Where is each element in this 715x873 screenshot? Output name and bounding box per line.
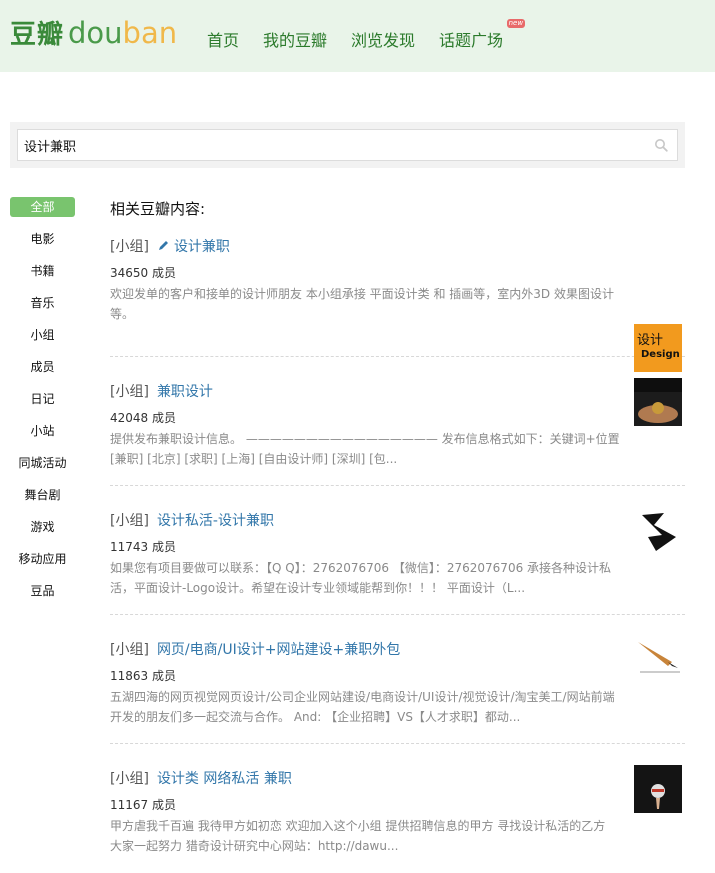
result-type: [小组]	[110, 642, 149, 658]
sidebar-item-diary[interactable]: 日记	[10, 388, 75, 420]
top-navigation-bar: 豆瓣 douban 首页 我的豆瓣 浏览发现 话题广场 new	[0, 0, 715, 72]
result-title-link[interactable]: 设计兼职	[174, 236, 230, 256]
logo-chinese: 豆瓣	[10, 20, 65, 50]
result-members: 34650 成员	[110, 266, 176, 280]
douban-logo[interactable]: 豆瓣 douban	[10, 14, 177, 54]
sidebar-item-members[interactable]: 成员	[10, 356, 75, 388]
new-badge: new	[506, 19, 526, 28]
result-members: 11743 成员	[110, 540, 176, 554]
result-type: [小组]	[110, 513, 149, 529]
result-title-link[interactable]: 网页/电商/UI设计+网站建设+兼职外包	[157, 639, 400, 659]
result-title-link[interactable]: 设计私活-设计兼职	[157, 510, 274, 530]
result-description: 甲方虐我千百遍 我待甲方如初恋 欢迎加入这个小组 提供招聘信息的甲方 寻找设计私…	[110, 819, 606, 853]
result-title-link[interactable]: 设计类 网络私活 兼职	[157, 768, 292, 788]
search-area	[10, 122, 685, 168]
sidebar-item-events[interactable]: 同城活动	[10, 452, 75, 484]
result-description: 欢迎发单的客户和接单的设计师朋友 本小组承接 平面设计类 和 插画等，室内外3D…	[110, 287, 614, 321]
nav-my-douban[interactable]: 我的豆瓣	[263, 27, 327, 51]
result-members: 11167 成员	[110, 798, 176, 812]
result-description: 五湖四海的网页视觉网页设计/公司企业网站建设/电商设计/UI设计/视觉设计/淘宝…	[110, 690, 615, 724]
result-title-link[interactable]: 兼职设计	[157, 381, 213, 401]
result-members: 42048 成员	[110, 411, 176, 425]
result-item: [小组] 设计兼职 34650 成员 欢迎发单的客户和接单的设计师朋友 本小组承…	[110, 228, 685, 372]
result-description: 如果您有项目要做可以联系：【Q Q】：2762076706 【微信】：27620…	[110, 561, 612, 595]
result-item: [小组] 兼职设计 42048 成员 提供发布兼职设计信息。 —————————…	[110, 357, 685, 486]
pencil-icon	[158, 241, 168, 250]
group-thumbnail[interactable]	[634, 636, 682, 684]
main-nav: 首页 我的豆瓣 浏览发现 话题广场 new	[207, 19, 527, 51]
result-type: [小组]	[110, 239, 149, 255]
sidebar-item-groups[interactable]: 小组	[10, 324, 75, 356]
result-type: [小组]	[110, 384, 149, 400]
result-item: [小组] 网页/电商/UI设计+网站建设+兼职外包 11863 成员 五湖四海的…	[110, 615, 685, 744]
sidebar-item-apps[interactable]: 移动应用	[10, 548, 75, 580]
sidebar-item-drama[interactable]: 舞台剧	[10, 484, 75, 516]
logo-english: douban	[68, 16, 178, 50]
search-icon[interactable]	[654, 138, 668, 152]
result-item: [小组] 设计私活-设计兼职 11743 成员 如果您有项目要做可以联系：【Q …	[110, 486, 685, 615]
sidebar-item-movie[interactable]: 电影	[10, 228, 75, 260]
group-thumbnail[interactable]	[634, 378, 682, 426]
svg-text:设计: 设计	[637, 333, 663, 348]
result-description: 提供发布兼职设计信息。 ———————————————— 发布信息格式如下：关键…	[110, 432, 620, 466]
search-input[interactable]	[24, 130, 644, 160]
sidebar-item-games[interactable]: 游戏	[10, 516, 75, 548]
group-thumbnail[interactable]	[634, 765, 682, 813]
group-thumbnail[interactable]	[634, 507, 682, 555]
results-main: 相关豆瓣内容: [小组] 设计兼职 34650 成员 欢迎发单的客户和接单的设计…	[110, 198, 685, 873]
sidebar-item-goods[interactable]: 豆品	[10, 580, 75, 612]
results-heading: 相关豆瓣内容:	[110, 200, 206, 218]
result-members: 11863 成员	[110, 669, 176, 683]
category-sidebar: 全部 电影 书籍 音乐 小组 成员 日记 小站 同城活动 舞台剧 游戏 移动应用…	[10, 196, 75, 612]
sidebar-item-books[interactable]: 书籍	[10, 260, 75, 292]
sidebar-item-music[interactable]: 音乐	[10, 292, 75, 324]
result-type: [小组]	[110, 771, 149, 787]
sidebar-item-sites[interactable]: 小站	[10, 420, 75, 452]
nav-home[interactable]: 首页	[207, 27, 239, 51]
result-item: [小组] 设计类 网络私活 兼职 11167 成员 甲方虐我千百遍 我待甲方如初…	[110, 744, 685, 873]
search-box	[17, 129, 678, 161]
nav-topics[interactable]: 话题广场 new	[439, 19, 526, 51]
nav-explore[interactable]: 浏览发现	[351, 27, 415, 51]
sidebar-item-all[interactable]: 全部	[10, 196, 75, 228]
